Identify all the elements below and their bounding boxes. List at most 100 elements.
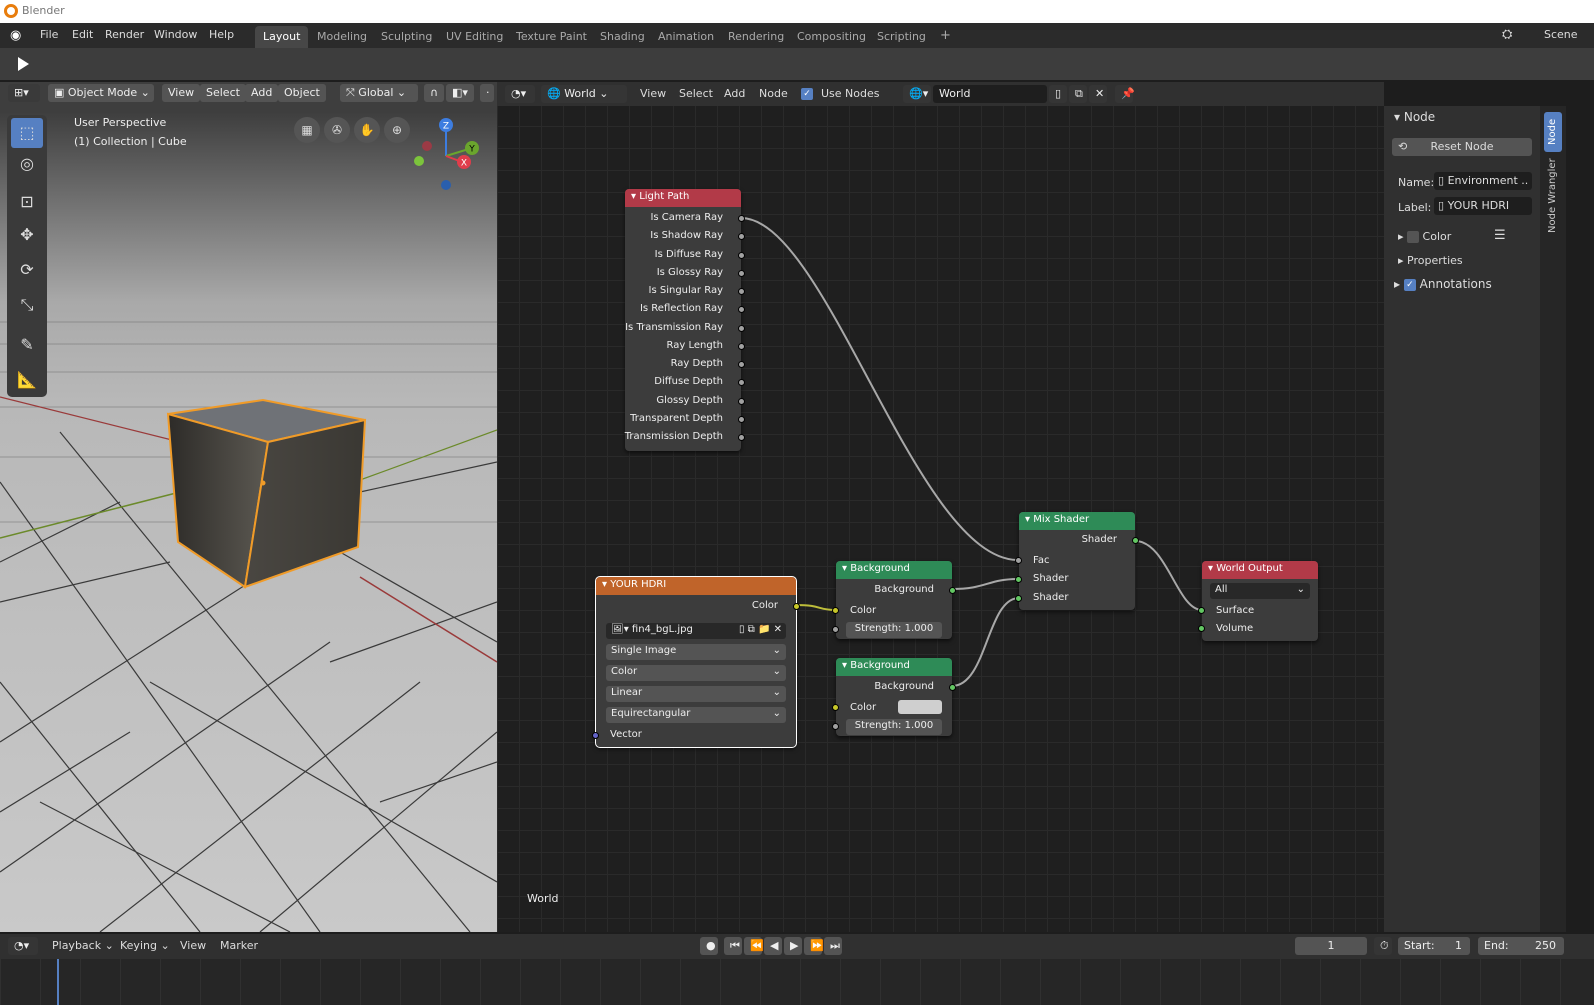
socket-background-1-out[interactable] [949,587,956,594]
preview-range-icon[interactable]: ⏱ [1374,937,1392,955]
image-source-dropdown[interactable]: Single Image ⌄ [606,644,786,660]
socket-hdri-vector[interactable] [592,732,599,739]
tab-compositing[interactable]: Compositing [789,26,874,48]
socket-transparent-depth[interactable] [738,416,745,423]
record-icon[interactable]: ● [700,937,718,955]
hdri-image-node[interactable]: ▾ YOUR HDRI Color 🖼▾ fin4_bgL.jpg ▯ ⧉ 📁 … [592,576,800,748]
pan-hand-icon[interactable]: ✋ [354,117,380,143]
properties-panel-header[interactable]: ▸ Properties [1398,254,1463,267]
socket-background-1-color[interactable] [832,607,839,614]
light-path-node-header[interactable]: ▾ Light Path [625,189,741,207]
active-tool-icon[interactable] [18,57,29,71]
start-frame-field[interactable]: Start: 1 [1398,937,1470,955]
timeline-frames[interactable] [0,959,1594,1005]
socket-background-2-out[interactable] [949,684,956,691]
socket-ray-length[interactable] [738,343,745,350]
background-2-color-swatch[interactable] [898,700,942,714]
socket-glossy-depth[interactable] [738,398,745,405]
socket-background-1-strength[interactable] [832,626,839,633]
scene-selector[interactable]: Scene [1544,28,1578,41]
annotate-icon[interactable]: ✎ [11,330,43,360]
node-menu-add[interactable]: Add [724,87,745,100]
timeline-menu-keying[interactable]: Keying ⌄ [120,939,170,952]
socket-mix-shader-2[interactable] [1015,595,1022,602]
select-box-icon[interactable]: ⬚ [11,118,43,148]
tab-sculpting[interactable]: Sculpting [373,26,440,48]
socket-is-reflection-ray[interactable] [738,306,745,313]
socket-background-2-strength[interactable] [832,723,839,730]
socket-diffuse-depth[interactable] [738,379,745,386]
world-output-header[interactable]: ▾ World Output [1202,561,1318,579]
menu-edit[interactable]: Edit [72,28,93,41]
editor-type-icon[interactable]: ⊞▾ [8,84,40,102]
viewport-menu-view[interactable]: View [162,84,201,102]
zoom-icon[interactable]: ⊕ [384,117,410,143]
node-editor-type-icon[interactable]: ◔▾ [505,85,535,103]
end-frame-field[interactable]: End: 250 [1478,937,1564,955]
annotations-panel-header[interactable]: ▸ ✓ Annotations [1394,277,1492,291]
socket-mix-shader-1[interactable] [1015,576,1022,583]
timeline-menu-marker[interactable]: Marker [220,939,258,952]
node-label-field[interactable]: ▯ YOUR HDRI [1434,197,1532,215]
color-presets-icon[interactable]: ☰ [1494,228,1506,243]
socket-is-glossy-ray[interactable] [738,270,745,277]
measure-icon[interactable]: 📐 [11,365,43,395]
navigation-gizmo[interactable]: Z Y X [410,116,482,192]
tab-animation[interactable]: Animation [650,26,722,48]
rotate-icon[interactable]: ⟳ [11,255,43,285]
play-reverse-icon[interactable]: ◀ [764,937,782,955]
mode-dropdown[interactable]: ▣ Object Mode ⌄ [48,84,154,102]
socket-is-shadow-ray[interactable] [738,233,745,240]
background-2-header[interactable]: ▾ Background [836,658,952,676]
socket-is-singular-ray[interactable] [738,288,745,295]
mix-shader-header[interactable]: ▾ Mix Shader [1019,512,1135,530]
cursor-icon[interactable]: ◎ [11,149,43,179]
socket-world-volume[interactable] [1198,625,1205,632]
playhead[interactable] [57,959,59,1005]
menu-window[interactable]: Window [154,28,197,41]
socket-is-camera-ray[interactable] [738,215,745,222]
node-name-field[interactable]: ▯ Environment .. [1434,172,1532,190]
move-icon[interactable]: ✥ [11,220,43,250]
socket-ray-depth[interactable] [738,361,745,368]
color-checkbox[interactable] [1407,231,1420,243]
menu-file[interactable]: File [40,28,58,41]
background-node-2[interactable]: ▾ Background Background Color Strength: … [832,658,956,736]
more-options-icon[interactable]: · [480,84,494,102]
socket-transmission-depth[interactable] [738,434,745,441]
interpolation-dropdown[interactable]: Linear ⌄ [606,686,786,702]
socket-hdri-color[interactable] [793,603,800,610]
node-menu-select[interactable]: Select [679,87,713,100]
node-panel-header[interactable]: ▾ Node [1394,110,1435,124]
tab-node-wrangler[interactable]: Node Wrangler [1544,156,1562,236]
viewport-menu-select[interactable]: Select [200,84,246,102]
timeline-editor-type-icon[interactable]: ◔▾ [8,937,38,955]
unlink-icon[interactable]: ✕ [1089,85,1107,103]
viewport-menu-add[interactable]: Add [245,84,279,102]
image-selector[interactable]: 🖼▾ fin4_bgL.jpg ▯ ⧉ 📁 ✕ [606,623,786,639]
timeline-menu-playback[interactable]: Playback ⌄ [52,939,114,952]
3d-viewport[interactable]: ⊞▾ ▣ Object Mode ⌄ View Select Add Objec… [0,82,497,932]
jump-end-icon[interactable]: ⏭ [824,937,842,955]
current-frame-field[interactable]: 1 [1295,937,1367,955]
tab-node[interactable]: Node [1544,112,1562,152]
socket-mix-shader-out[interactable] [1132,537,1139,544]
world-output-node[interactable]: ▾ World Output All ⌄ Surface Volume [1198,561,1318,641]
projection-dropdown[interactable]: Equirectangular ⌄ [606,707,786,723]
light-path-node[interactable]: ▾ Light Path Is Camera Ray Is Shadow Ray… [625,189,745,451]
tab-layout[interactable]: Layout [255,26,309,48]
world-output-target-dropdown[interactable]: All ⌄ [1210,583,1310,599]
background-1-header[interactable]: ▾ Background [836,561,952,579]
socket-background-2-color[interactable] [832,704,839,711]
tab-shading[interactable]: Shading [592,26,653,48]
proportional-edit-icon[interactable]: ◧▾ [446,84,474,102]
toggle-camera-view-icon[interactable]: ▦ [294,117,320,143]
hdri-node-header[interactable]: ▾ YOUR HDRI [596,577,796,595]
jump-keyframe-forward-icon[interactable]: ⏩ [804,937,824,955]
background-1-strength[interactable]: Strength: 1.000 [846,622,942,638]
reset-node-button[interactable]: ⟲ Reset Node [1392,138,1532,156]
shader-type-dropdown[interactable]: 🌐 World ⌄ [541,85,627,103]
mix-shader-node[interactable]: ▾ Mix Shader Shader Fac Shader Shader [1015,512,1139,610]
scale-icon[interactable]: ⤡ [11,290,43,320]
timeline-menu-view[interactable]: View [180,939,206,952]
